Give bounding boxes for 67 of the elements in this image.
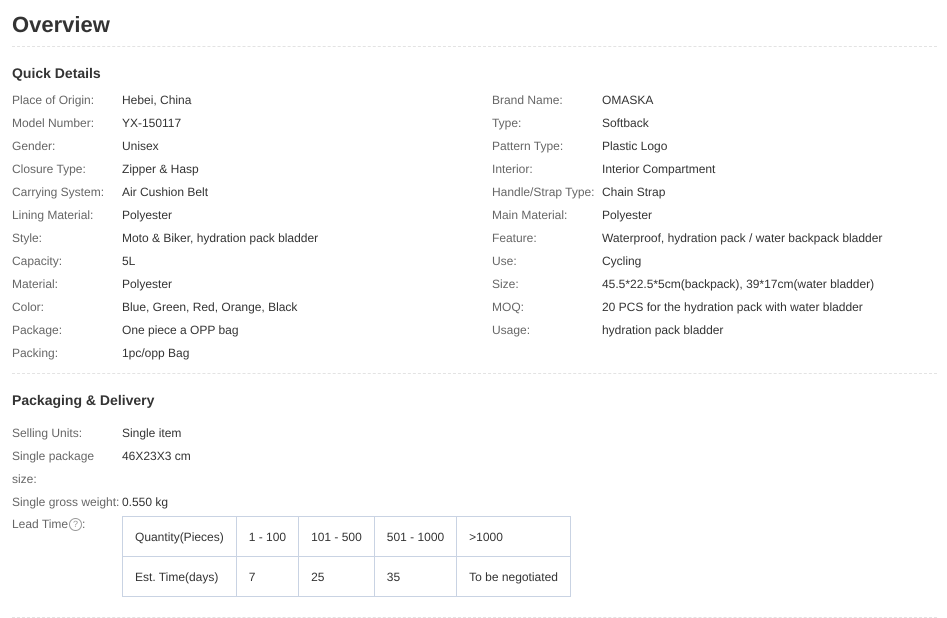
field-value: Zipper & Hasp [122,161,199,178]
field-value: YX-150117 [122,115,182,132]
field-label: Interior: [492,161,534,178]
field-value: Hebei, China [122,92,192,109]
field-label: Brand Name: [492,92,564,109]
field-value: Interior Compartment [602,161,716,178]
field-value: OMASKA [602,92,654,109]
field-label: Single gross weight: [12,494,120,511]
field-value: Blue, Green, Red, Orange, Black [122,299,298,316]
table-cell: 501 - 1000 [374,516,457,556]
table-cell: 1 - 100 [236,516,299,556]
field-label: MOQ: [492,299,525,316]
field-value: Chain Strap [602,184,666,201]
field-label: Single package size: [12,448,96,488]
field-label: Selling Units: [12,425,84,442]
field-label: Material: [12,276,60,293]
field-label: Packing: [12,345,60,362]
field-value: hydration pack bladder [602,322,724,339]
section-heading: Packaging & Delivery [12,391,156,410]
field-label: Type: [492,115,522,132]
help-icon[interactable]: ? [69,518,82,532]
field-label: Handle/Strap Type: [492,184,596,201]
table-cell: 7 [236,556,299,596]
field-value: 1pc/opp Bag [122,345,190,362]
field-label: Color: [12,299,46,316]
field-value: Cycling [602,253,642,270]
field-label: Main Material: [492,207,568,224]
field-value: Moto & Biker, hydration pack bladder [122,230,318,247]
table-cell: >1000 [456,516,570,556]
table-cell: Quantity(Pieces) [122,516,236,556]
field-label: Feature: [492,230,538,247]
field-value: 0.550 kg [122,494,168,511]
table-cell: 25 [298,556,374,596]
field-label: Gender: [12,138,56,155]
field-label: Place of Origin: [12,92,96,109]
field-label: Lining Material: [12,207,94,224]
field-value: Softback [602,115,649,132]
field-value: Polyester [122,276,172,293]
table-cell: To be negotiated [456,556,570,596]
field-value: Waterproof, hydration pack / water backpack bladder [602,230,882,247]
field-value: Air Cushion Belt [122,184,208,201]
field-label: Package: [12,322,64,339]
field-value: 45.5*22.5*5cm(backpack), 39*17cm(water bladder) [602,276,874,293]
field-label: Size: [492,276,520,293]
field-label: Usage: [492,322,532,339]
field-label: Model Number: [12,115,96,132]
field-value: 20 PCS for the hydration pack with water bladder [602,299,863,316]
field-value: Polyester [122,207,172,224]
field-value: 46X23X3 cm [122,448,191,465]
field-label: Pattern Type: [492,138,564,155]
field-value: 5L [122,253,136,270]
field-value: Plastic Logo [602,138,668,155]
field-value: Single item [122,425,182,442]
field-label: Style: [12,230,44,247]
field-label: Lead Time ? : [12,516,86,534]
section-heading: Quick Details [12,64,102,83]
field-value: Polyester [602,207,652,224]
field-value: Unisex [122,138,159,155]
field-label: Capacity: [12,253,64,270]
field-value: One piece a OPP bag [122,322,239,339]
page-title: Overview [12,11,111,39]
table-cell: 35 [374,556,457,596]
field-label: Carrying System: [12,184,106,201]
field-label: Use: [492,253,518,270]
field-label: Closure Type: [12,161,87,178]
table-cell: 101 - 500 [298,516,374,556]
table-cell: Est. Time(days) [122,556,236,596]
